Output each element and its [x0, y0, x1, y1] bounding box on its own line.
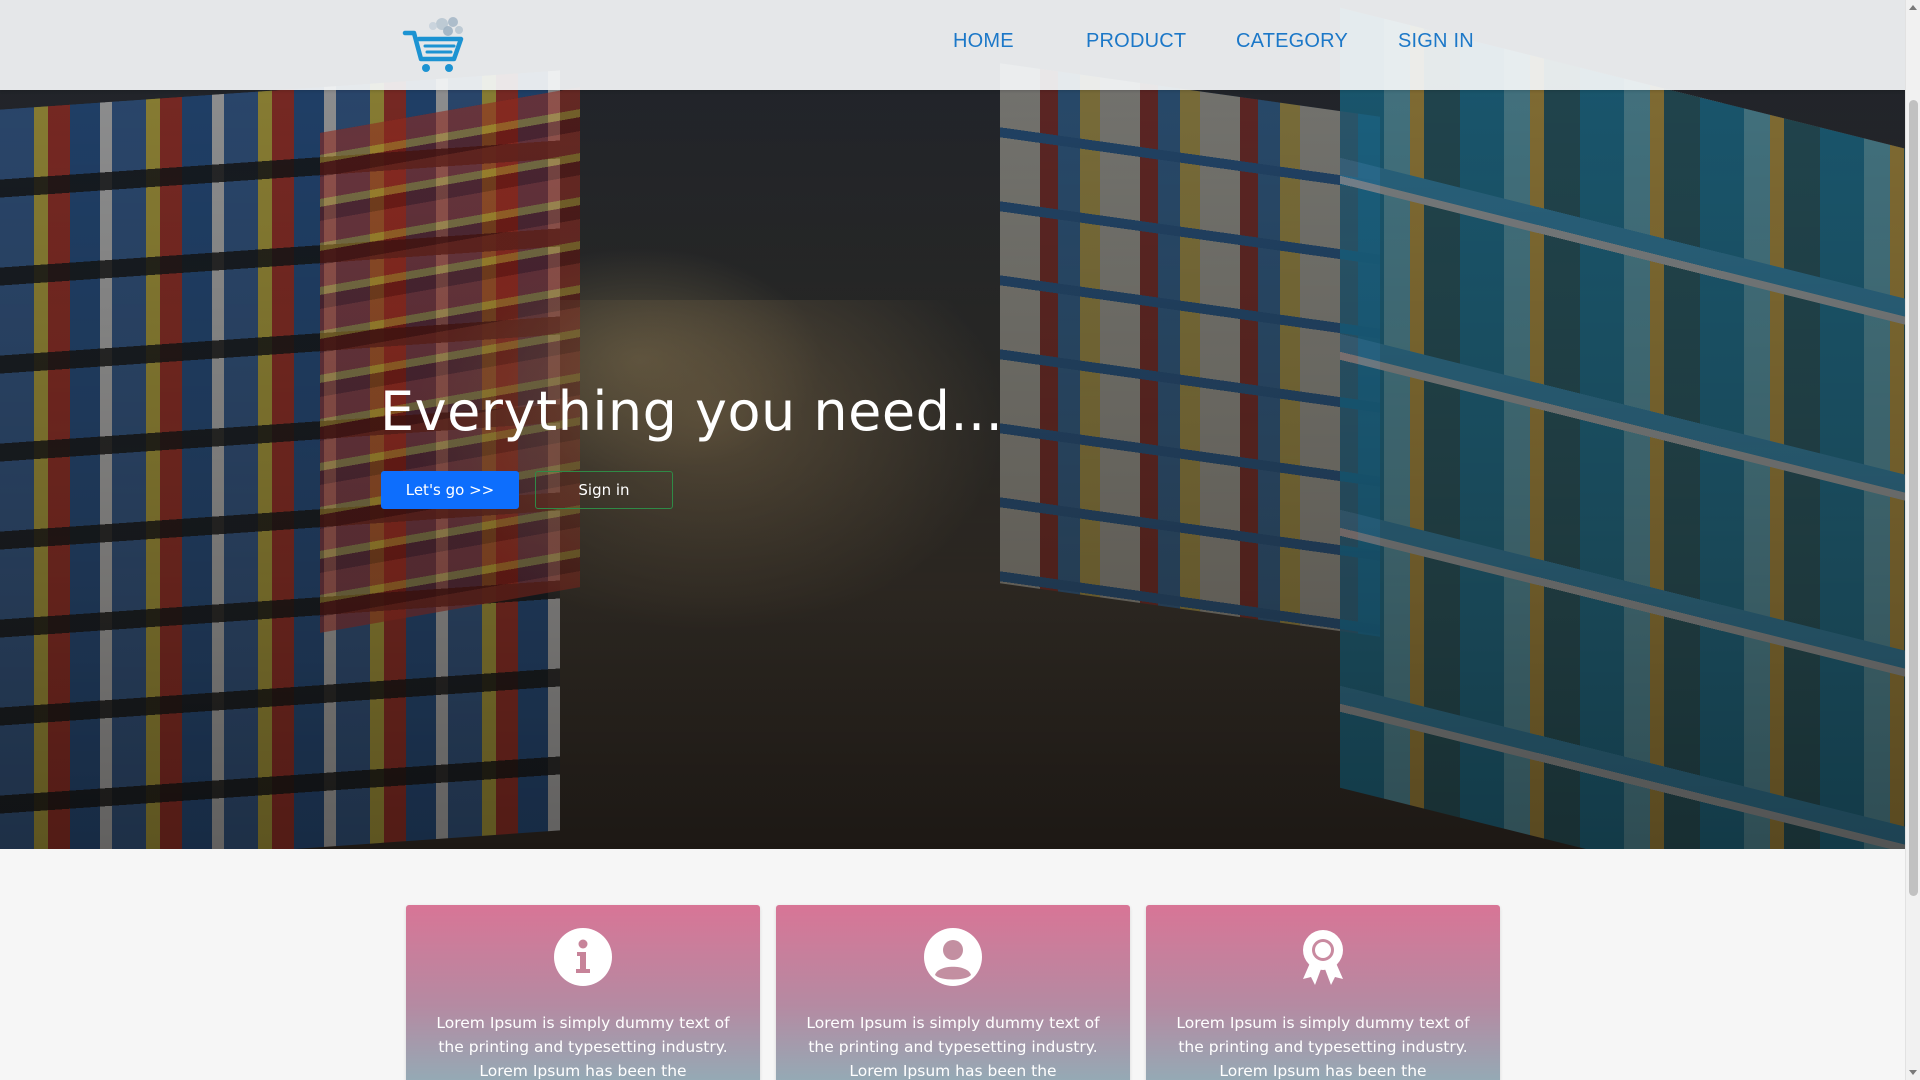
- nav-link-product[interactable]: PRODUCT: [1086, 30, 1186, 53]
- info-icon: [554, 928, 612, 986]
- user-icon: [924, 928, 982, 986]
- nav-link-sign-in[interactable]: SIGN IN: [1398, 30, 1474, 53]
- hero-title: Everything you need...: [380, 380, 1004, 443]
- nav-link-home[interactable]: HOME: [953, 30, 1014, 53]
- scrollbar-thumb[interactable]: [1909, 100, 1918, 896]
- feature-card: Lorem Ipsum is simply dummy text of the …: [1146, 905, 1500, 1080]
- feature-cards: Lorem Ipsum is simply dummy text of the …: [0, 905, 1905, 1080]
- feature-card-text: Lorem Ipsum is simply dummy text of the …: [436, 1014, 730, 1080]
- shopping-cart-icon[interactable]: [402, 14, 468, 76]
- feature-card: Lorem Ipsum is simply dummy text of the …: [776, 905, 1130, 1080]
- nav-link-category[interactable]: CATEGORY: [1236, 30, 1348, 53]
- feature-card: Lorem Ipsum is simply dummy text of the …: [406, 905, 760, 1080]
- sign-in-button[interactable]: Sign in: [535, 471, 673, 509]
- vertical-scrollbar[interactable]: [1905, 0, 1920, 1080]
- feature-card-text: Lorem Ipsum is simply dummy text of the …: [806, 1014, 1100, 1080]
- page: Everything you need... Let's go >> Sign …: [0, 0, 1905, 1080]
- lets-go-button[interactable]: Let's go >>: [381, 471, 519, 509]
- award-icon: [1303, 930, 1343, 985]
- feature-card-text: Lorem Ipsum is simply dummy text of the …: [1176, 1014, 1470, 1080]
- navbar: HOME PRODUCT CATEGORY SIGN IN: [0, 0, 1905, 90]
- scroll-down-arrow-icon[interactable]: [1909, 1070, 1917, 1075]
- scroll-up-arrow-icon[interactable]: [1909, 5, 1917, 10]
- hero-section: Everything you need... Let's go >> Sign …: [0, 0, 1905, 849]
